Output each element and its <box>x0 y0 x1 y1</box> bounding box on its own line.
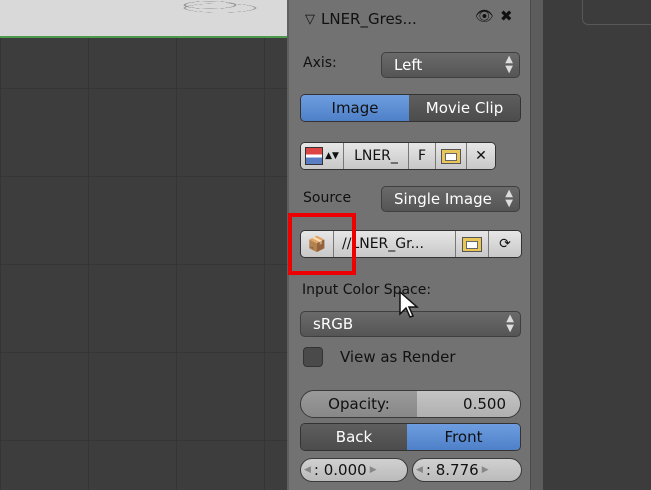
back-button[interactable]: Back <box>301 424 408 450</box>
view-as-render-checkbox[interactable] <box>303 347 323 367</box>
offset-y-field[interactable]: ◀ : 8.776 ▶ <box>412 458 522 482</box>
axis-dropdown[interactable]: Left ▲ ▼ <box>381 52 520 78</box>
panel-title: LNER_Gres... <box>321 10 417 28</box>
browse-file-button[interactable] <box>456 231 489 257</box>
up-down-arrows-icon: ▲▼ <box>325 151 339 161</box>
source-label: Source <box>303 190 352 206</box>
opacity-label: Opacity: <box>301 391 417 417</box>
reload-icon: ⟳ <box>499 236 511 252</box>
image-icon <box>305 147 324 165</box>
increment-arrow-icon[interactable]: ▶ <box>479 465 492 475</box>
side-region <box>543 0 651 490</box>
dropdown-arrows-icon: ▲ ▼ <box>505 188 513 209</box>
increment-arrow-icon[interactable]: ▶ <box>367 465 380 475</box>
axis-value: Left <box>394 56 423 74</box>
unlink-button[interactable]: ✕ <box>467 143 495 169</box>
movie-clip-tab[interactable]: Movie Clip <box>409 95 520 121</box>
source-type-toggle[interactable]: Image Movie Clip <box>300 94 521 122</box>
image-name-field[interactable]: LNER_ <box>344 143 409 169</box>
fake-user-button[interactable]: F <box>409 143 436 169</box>
view-as-render-label: View as Render <box>340 348 456 366</box>
opacity-slider[interactable]: Opacity: 0.500 <box>300 390 521 418</box>
panel-header[interactable]: ▽ LNER_Gres... <box>305 8 417 30</box>
panel-scrollbar[interactable] <box>530 0 543 490</box>
header-icons: 👁 ✖ <box>475 7 513 25</box>
mouse-cursor-icon <box>399 290 419 318</box>
offset-y-value: : 8.776 <box>425 461 479 479</box>
image-browse-button[interactable]: ▲▼ <box>301 143 344 169</box>
side-region-tab[interactable] <box>582 0 651 25</box>
decrement-arrow-icon[interactable]: ◀ <box>301 465 314 475</box>
collapse-triangle-icon[interactable]: ▽ <box>305 12 315 27</box>
reload-button[interactable]: ⟳ <box>489 231 521 257</box>
folder-icon <box>441 148 461 164</box>
decrement-arrow-icon[interactable]: ◀ <box>413 465 426 475</box>
image-tab[interactable]: Image <box>301 95 410 121</box>
source-dropdown[interactable]: Single Image ▲ ▼ <box>381 186 520 212</box>
front-button[interactable]: Front <box>407 424 520 450</box>
offset-x-field[interactable]: ◀ : 0.000 ▶ <box>300 458 408 482</box>
dropdown-arrows-icon: ▲ ▼ <box>505 54 513 75</box>
viewport-axis-line <box>0 36 287 38</box>
folder-icon <box>462 236 482 252</box>
background-image-preview <box>0 0 287 36</box>
axis-label: Axis: <box>303 55 337 71</box>
annotation-highlight-box <box>288 213 356 275</box>
color-space-value: sRGB <box>313 315 354 333</box>
close-icon: ✕ <box>475 148 487 164</box>
close-icon[interactable]: ✖ <box>500 7 513 25</box>
depth-toggle[interactable]: Back Front <box>300 423 521 451</box>
open-image-button[interactable] <box>436 143 467 169</box>
offset-x-value: : 0.000 <box>313 461 367 479</box>
dropdown-arrows-icon: ▲ ▼ <box>506 313 514 334</box>
source-value: Single Image <box>394 190 492 208</box>
opacity-value: 0.500 <box>417 391 520 417</box>
3d-viewport[interactable] <box>0 0 287 490</box>
eye-icon[interactable]: 👁 <box>475 7 494 25</box>
image-datablock-selector[interactable]: ▲▼ LNER_ F ✕ <box>300 142 496 170</box>
